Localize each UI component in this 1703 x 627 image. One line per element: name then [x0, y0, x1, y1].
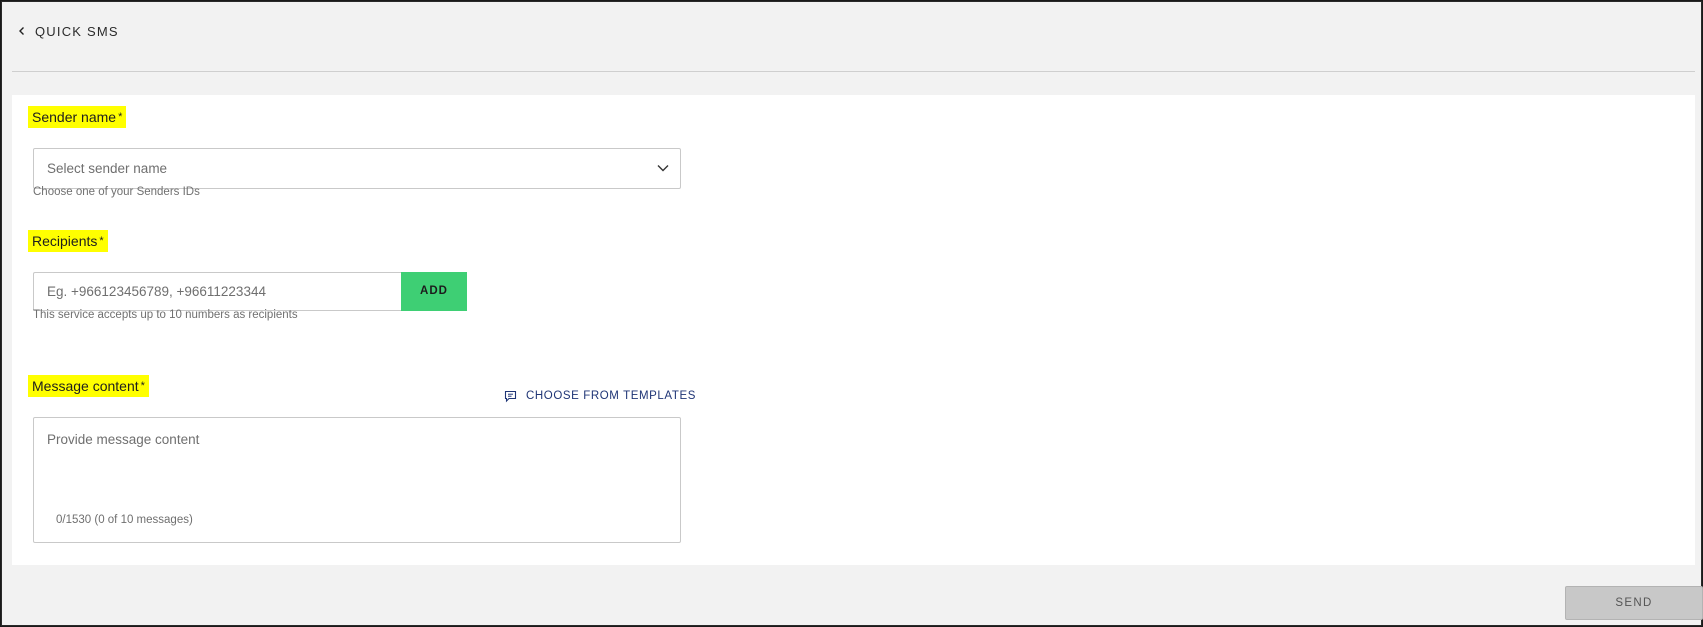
- quick-sms-form: Sender name * Select sender name Choose o…: [12, 95, 1695, 565]
- sender-name-select[interactable]: Select sender name: [33, 148, 681, 189]
- add-recipient-button[interactable]: ADD: [401, 272, 467, 311]
- sender-name-placeholder: Select sender name: [47, 161, 168, 176]
- message-content-textarea[interactable]: Provide message content 0/1530 (0 of 10 …: [33, 417, 681, 543]
- message-content-label: Message content *: [28, 375, 149, 397]
- character-counter: 0/1530 (0 of 10 messages): [56, 514, 193, 526]
- sender-name-label-text: Sender name: [32, 109, 117, 125]
- sender-name-helper: Choose one of your Senders IDs: [33, 186, 200, 198]
- required-mark: *: [118, 111, 123, 123]
- page-title: QUICK SMS: [35, 24, 119, 39]
- message-template-icon: [504, 390, 517, 403]
- recipients-helper: This service accepts up to 10 numbers as…: [33, 309, 298, 321]
- message-content-label-text: Message content: [32, 378, 139, 394]
- send-button[interactable]: SEND: [1565, 586, 1703, 620]
- recipients-input[interactable]: Eg. +966123456789, +96611223344: [33, 272, 401, 311]
- chevron-down-icon: [656, 161, 670, 175]
- choose-templates-label: CHOOSE FROM TEMPLATES: [526, 390, 697, 402]
- recipients-label: Recipients *: [28, 230, 108, 252]
- message-content-placeholder: Provide message content: [47, 432, 200, 447]
- recipients-label-text: Recipients: [32, 233, 98, 249]
- required-mark: *: [140, 380, 145, 392]
- choose-templates-link[interactable]: CHOOSE FROM TEMPLATES: [504, 387, 696, 405]
- recipients-placeholder: Eg. +966123456789, +96611223344: [47, 284, 266, 299]
- chevron-left-icon[interactable]: [15, 24, 29, 38]
- app-frame: QUICK SMS Sender name * Select sender nam…: [1, 1, 1703, 626]
- required-mark: *: [99, 235, 104, 247]
- page-header: QUICK SMS: [12, 2, 1695, 72]
- sender-name-label: Sender name *: [28, 106, 127, 128]
